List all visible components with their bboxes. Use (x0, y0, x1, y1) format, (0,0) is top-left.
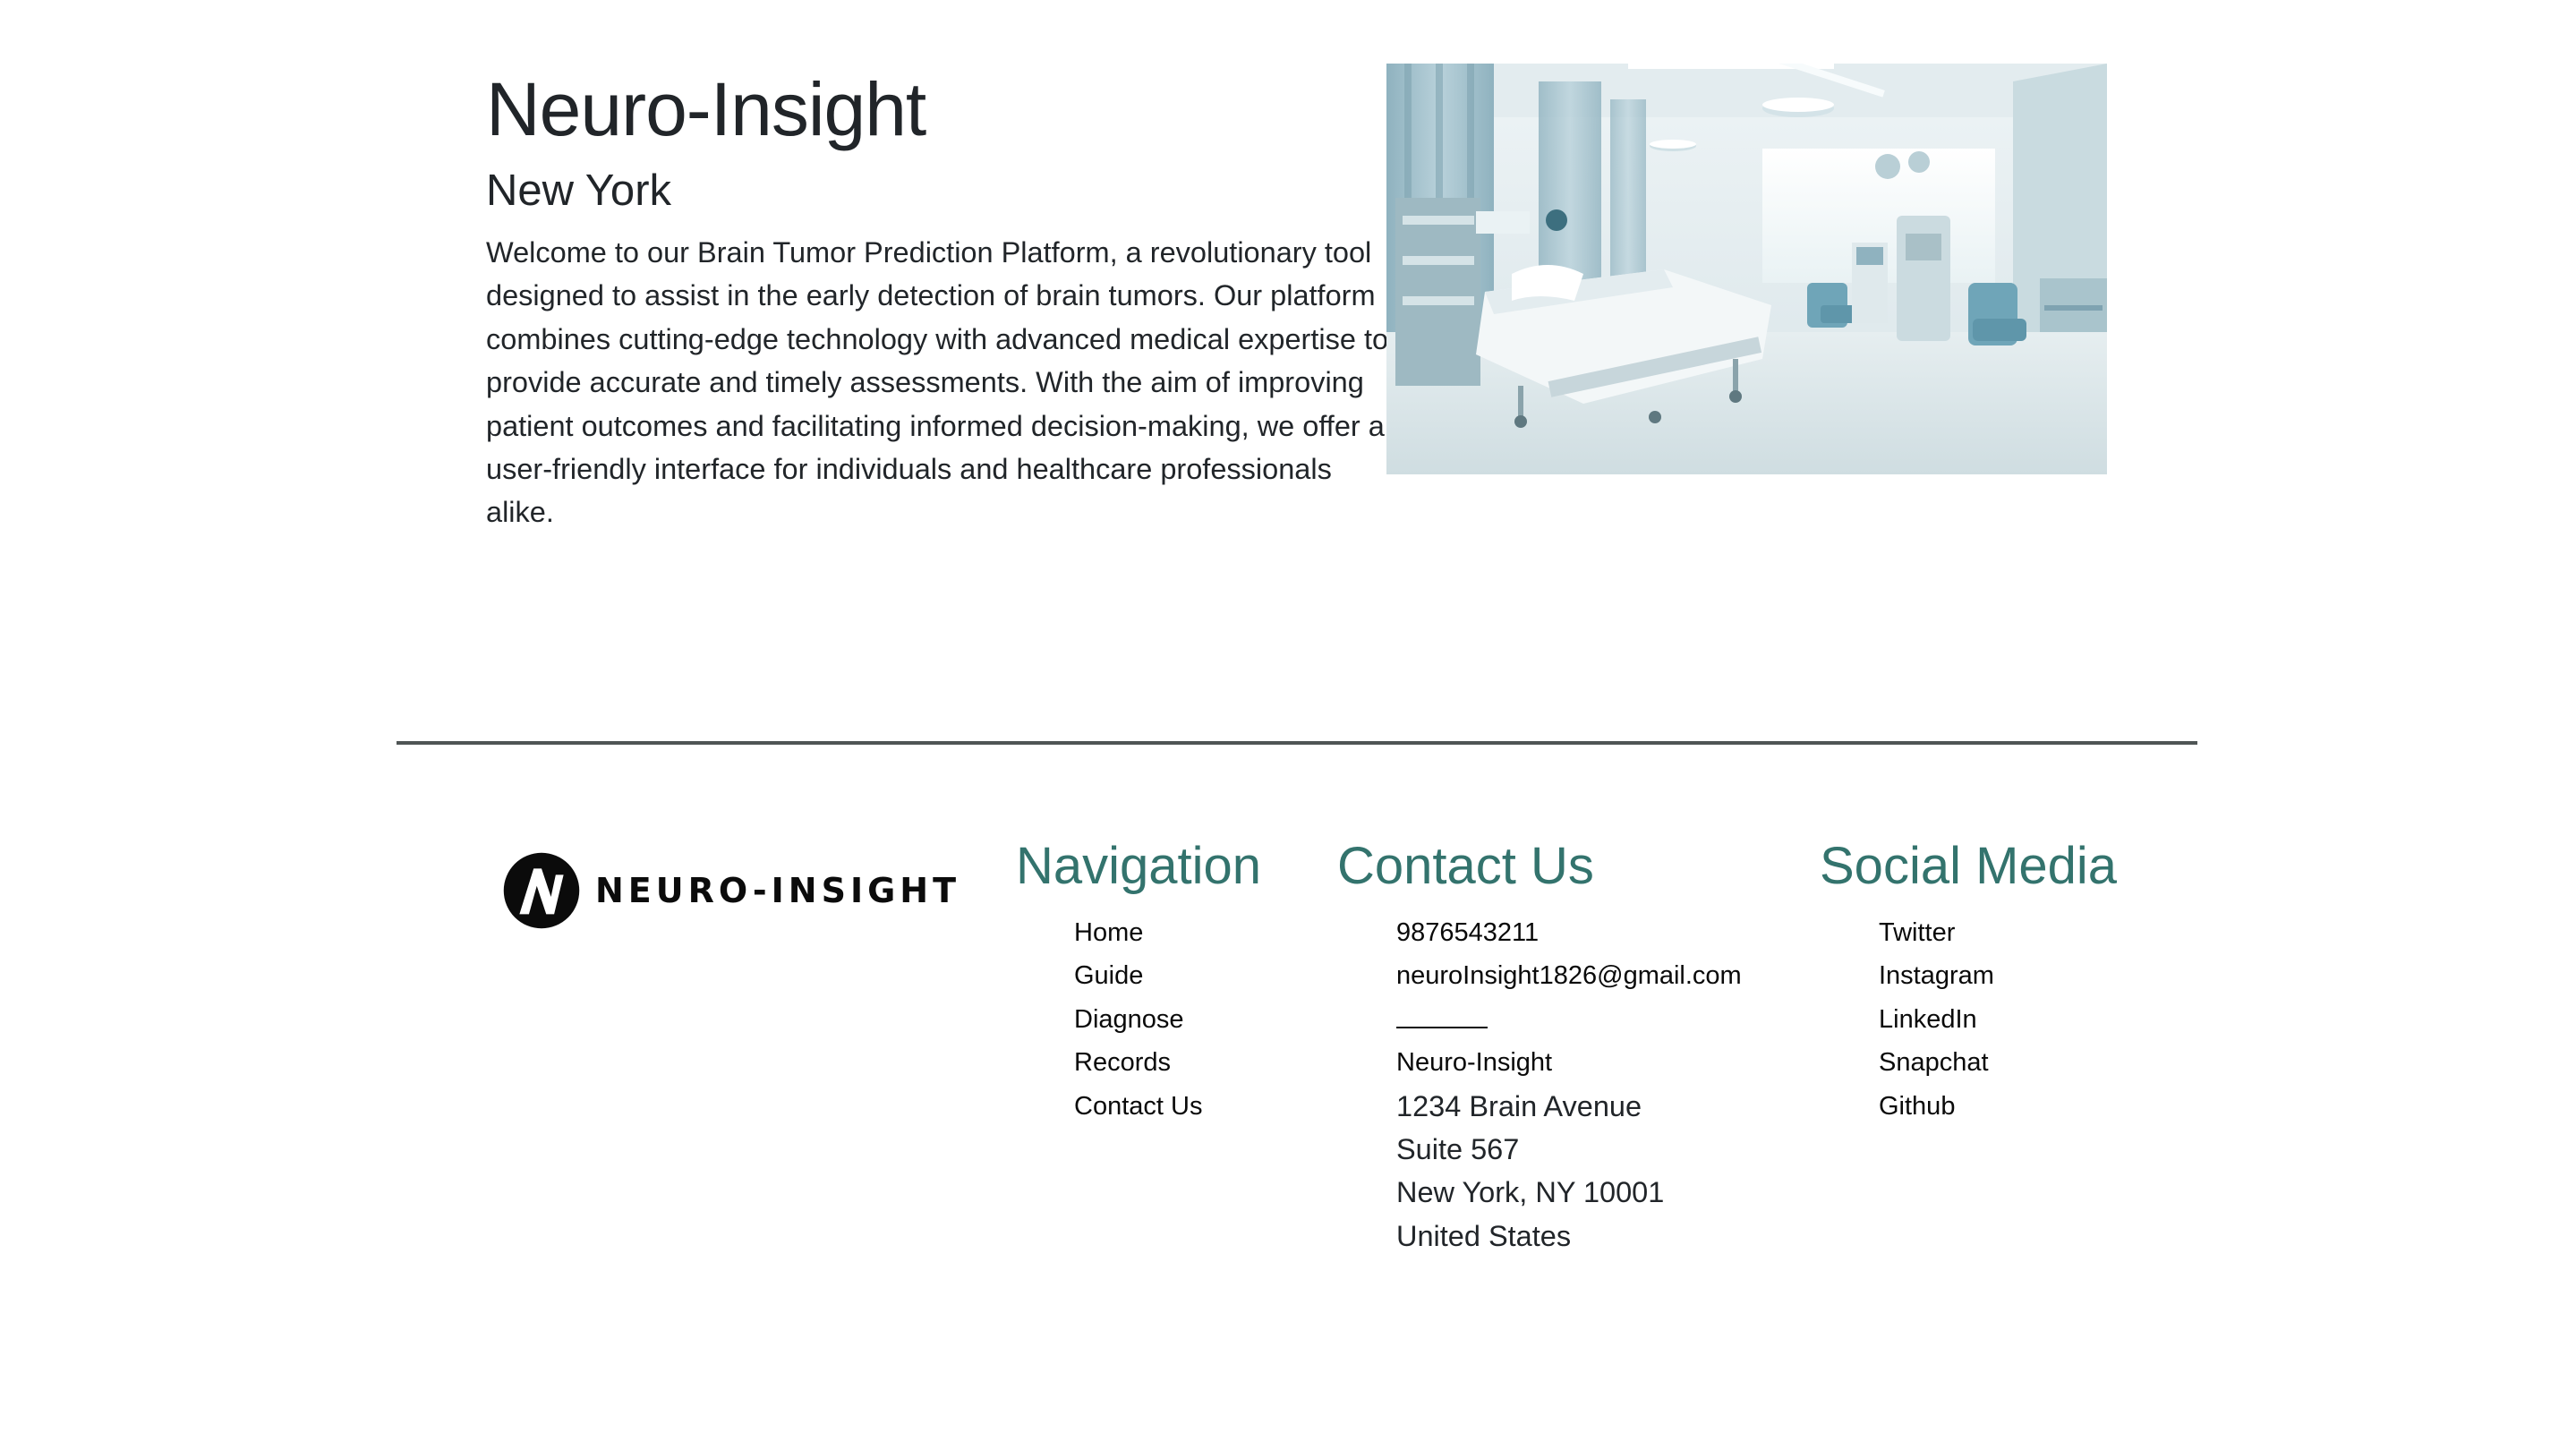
phone-link[interactable]: 9876543211 (1396, 918, 1539, 947)
linkedin-link[interactable]: LinkedIn (1879, 1005, 1977, 1034)
nav-item-guide[interactable]: Guide (1074, 954, 1202, 997)
address-suite: Suite 567 (1396, 1132, 1520, 1165)
instagram-link[interactable]: Instagram (1879, 961, 1994, 990)
social-media-heading: Social Media (1820, 837, 2118, 895)
snapchat-link[interactable]: Snapchat (1879, 1048, 1989, 1077)
hospital-room-image (1386, 64, 2107, 474)
logo-wordmark: NEURO-INSIGHT (595, 871, 961, 910)
nav-item-contact-us[interactable]: Contact Us (1074, 1085, 1202, 1128)
nav-link-diagnose[interactable]: Diagnose (1074, 1005, 1184, 1034)
nav-item-home[interactable]: Home (1074, 911, 1202, 954)
contact-company: Neuro-Insight (1396, 1048, 1553, 1078)
contact-list: 9876543211 neuroInsight1826@gmail.com Ne… (1396, 911, 1742, 1258)
github-link[interactable]: Github (1879, 1092, 1955, 1121)
contact-phone[interactable]: 9876543211 (1396, 911, 1742, 954)
address-street: 1234 Brain Avenue (1396, 1089, 1642, 1122)
contact-email[interactable]: neuroInsight1826@gmail.com (1396, 954, 1742, 997)
intro-paragraph: Welcome to our Brain Tumor Prediction Pl… (486, 236, 1389, 529)
twitter-link[interactable]: Twitter (1879, 918, 1955, 947)
social-item-linkedin[interactable]: LinkedIn (1879, 998, 1994, 1041)
address-city: New York, NY 10001 (1396, 1176, 1665, 1209)
contact-heading: Contact Us (1337, 837, 1594, 895)
email-link[interactable]: neuroInsight1826@gmail.com (1396, 961, 1742, 990)
social-item-twitter[interactable]: Twitter (1879, 911, 1994, 954)
navigation-list: Home Guide Diagnose Records Contact Us (1074, 911, 1202, 1128)
social-item-snapchat[interactable]: Snapchat (1879, 1041, 1994, 1084)
neuro-insight-logo-icon (503, 852, 580, 929)
page-title: Neuro-Insight (486, 67, 926, 151)
location-subtitle: New York (486, 166, 672, 215)
nav-link-guide[interactable]: Guide (1074, 961, 1143, 990)
nav-item-records[interactable]: Records (1074, 1041, 1202, 1084)
contact-separator (1396, 1026, 1488, 1028)
nav-item-diagnose[interactable]: Diagnose (1074, 998, 1202, 1041)
contact-separator-row (1396, 998, 1742, 1041)
social-media-list: Twitter Instagram LinkedIn Snapchat Gith… (1879, 911, 1994, 1128)
navigation-heading: Navigation (1016, 837, 1262, 895)
nav-link-contact-us[interactable]: Contact Us (1074, 1092, 1202, 1121)
social-item-github[interactable]: Github (1879, 1085, 1994, 1128)
footer-logo[interactable]: NEURO-INSIGHT (502, 851, 956, 930)
footer-divider (397, 741, 2197, 745)
social-item-instagram[interactable]: Instagram (1879, 954, 1994, 997)
nav-link-home[interactable]: Home (1074, 918, 1143, 947)
nav-link-records[interactable]: Records (1074, 1048, 1171, 1077)
address-country: United States (1396, 1219, 1572, 1252)
